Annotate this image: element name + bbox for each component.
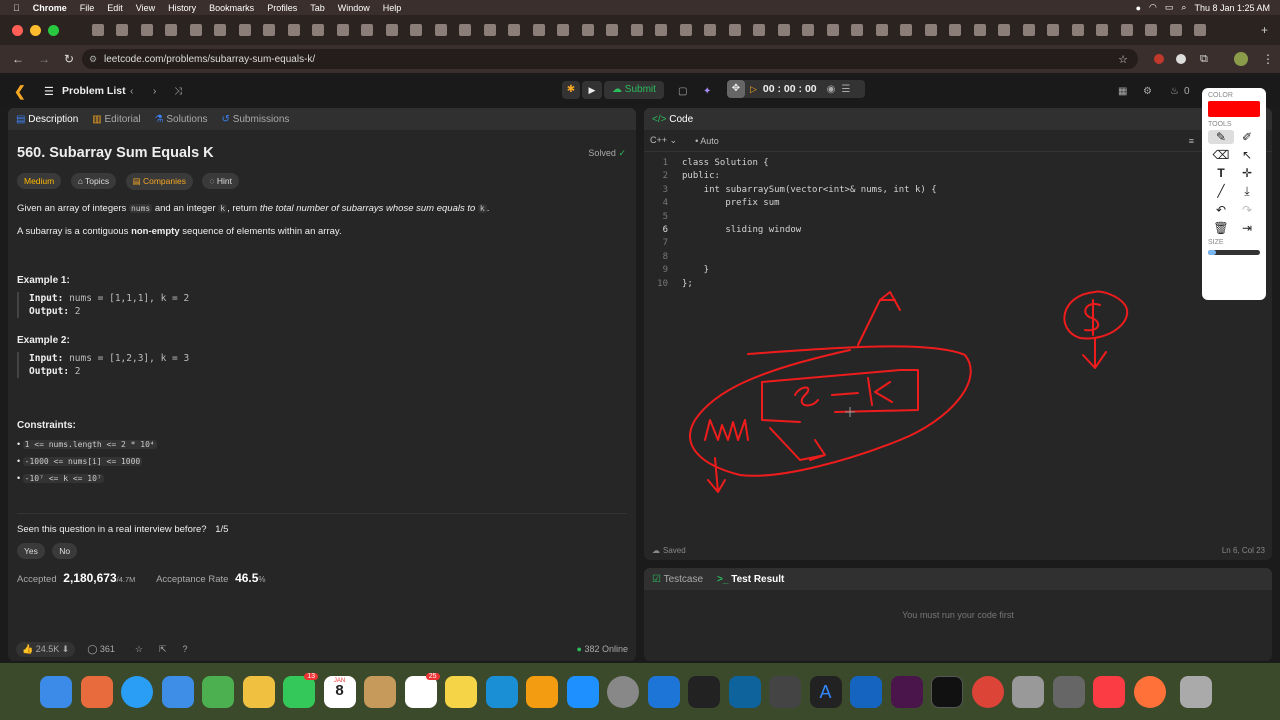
safari-icon[interactable] <box>121 675 153 708</box>
arrow-down-right-stroke <box>1082 337 1107 369</box>
crosshair-cursor-icon <box>845 407 855 417</box>
download-icon[interactable]: ⤓ <box>1234 184 1260 199</box>
move-icon[interactable]: ✛ <box>1234 166 1260 180</box>
system-settings-icon[interactable] <box>607 675 639 708</box>
s-letter-stroke <box>794 386 819 407</box>
pages-icon[interactable] <box>526 675 558 708</box>
circle-stroke <box>1063 290 1129 340</box>
pen-icon[interactable]: ✎ <box>1208 130 1234 144</box>
reminders-icon[interactable]: 25 <box>404 672 440 708</box>
size-slider[interactable] <box>1208 250 1260 255</box>
contacts-icon[interactable] <box>364 675 396 708</box>
slack-icon[interactable] <box>890 675 923 708</box>
color-label: COLOR <box>1208 92 1233 99</box>
k-letter-stroke <box>867 377 893 406</box>
size-label: SIZE <box>1208 239 1224 246</box>
maps-icon[interactable] <box>202 675 234 708</box>
m-letter-stroke <box>704 419 749 441</box>
cube-app-icon[interactable] <box>769 675 801 708</box>
notes-app-icon[interactable] <box>445 675 477 708</box>
minus-stroke <box>831 392 859 396</box>
marker-icon[interactable]: ✐ <box>1234 130 1260 144</box>
calendar-icon[interactable]: JAN 8 <box>323 675 356 708</box>
drawing-toolbar: COLOR TOOLS ✎ ✐ ⌫ ↖ T ✛ ╱ ⤓ ↶ ↷ 🗑 ⇥ SIZE <box>1202 88 1266 300</box>
simulator-icon[interactable] <box>1012 675 1044 708</box>
finder-icon[interactable] <box>40 675 72 708</box>
size-slider-fill <box>1208 250 1216 255</box>
arrow-down-stroke <box>769 427 826 461</box>
instruments-icon[interactable]: A <box>809 675 842 708</box>
music-icon[interactable] <box>1093 675 1125 708</box>
firefox-icon[interactable] <box>1133 675 1166 708</box>
launchpad-icon[interactable] <box>80 675 113 708</box>
messages-badge: 13 <box>304 672 318 680</box>
xcode-icon[interactable] <box>647 675 680 708</box>
line-tool-icon[interactable]: ╱ <box>1208 184 1234 199</box>
messages-icon[interactable]: 13 <box>283 672 318 708</box>
chrome-icon[interactable] <box>971 675 1004 708</box>
xcode-alt-icon[interactable] <box>850 675 882 708</box>
vscode-icon[interactable] <box>728 675 761 708</box>
trash-bin-icon[interactable] <box>1180 675 1212 708</box>
eraser-icon[interactable]: ⌫ <box>1208 148 1234 162</box>
bracket-stroke <box>761 369 919 423</box>
tools-label: TOOLS <box>1208 121 1232 128</box>
calendar-day: 8 <box>335 681 344 699</box>
exit-icon[interactable]: ⇥ <box>1234 221 1260 235</box>
macos-dock: 13 JAN 8 25 A <box>0 663 1280 720</box>
freeform-icon[interactable] <box>485 675 518 708</box>
redo-icon[interactable]: ↷ <box>1234 203 1260 217</box>
downloads-folder-icon[interactable] <box>1052 675 1085 708</box>
drawing-overlay <box>689 290 1129 493</box>
mail-icon[interactable] <box>161 675 194 708</box>
reminders-badge: 25 <box>425 672 440 680</box>
dollar-stroke <box>1084 299 1101 336</box>
pointer-icon[interactable]: ↖ <box>1234 148 1260 162</box>
color-swatch[interactable] <box>1208 101 1260 117</box>
terminal-app-icon[interactable] <box>931 675 963 708</box>
text-tool-icon[interactable]: T <box>1208 166 1234 180</box>
photos-icon[interactable] <box>242 675 275 708</box>
undo-icon[interactable]: ↶ <box>1208 203 1234 217</box>
arrow-up-stroke <box>857 291 901 346</box>
app-store-icon[interactable] <box>566 675 599 708</box>
tool-grid: ✎ ✐ ⌫ ↖ T ✛ ╱ ⤓ ↶ ↷ 🗑 ⇥ <box>1202 130 1266 235</box>
figma-icon[interactable] <box>688 675 720 708</box>
trash-icon[interactable]: 🗑 <box>1208 221 1234 235</box>
ellipse-stroke <box>689 345 972 477</box>
